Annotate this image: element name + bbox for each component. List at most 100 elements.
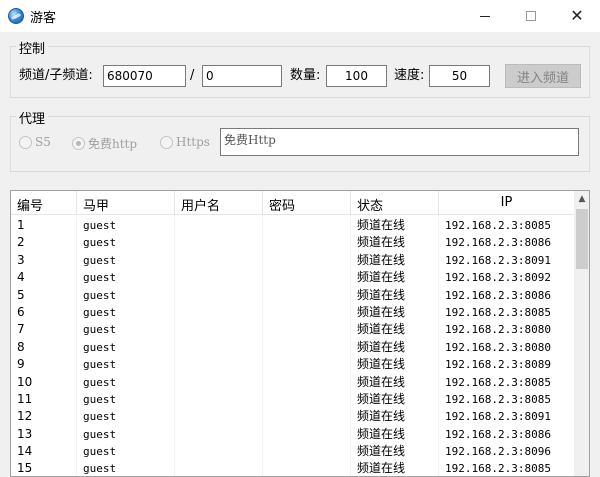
radio-free-http-circle[interactable]	[72, 137, 85, 150]
cell-status: 频道在线	[351, 356, 439, 374]
table-row[interactable]: 2 guest 频道在线 192.168.2.3:8086	[11, 234, 574, 252]
scroll-up-icon[interactable]: ▲	[574, 191, 589, 207]
cell-vest: guest	[77, 373, 175, 391]
cell-ip: 192.168.2.3:8092	[445, 271, 551, 285]
speed-label: 速度:	[394, 68, 425, 83]
cell-vest: guest	[77, 443, 175, 461]
header-status[interactable]: 状态	[351, 191, 439, 215]
table-row[interactable]: 6 guest 频道在线 192.168.2.3:8085	[11, 303, 574, 322]
cell-vest: guest	[77, 251, 175, 270]
cell-ip: 192.168.2.3:8080	[445, 340, 551, 354]
proxy-text-box[interactable]: 免费Http	[220, 128, 579, 156]
minimize-icon	[480, 15, 490, 17]
cell-ip: 192.168.2.3:8085	[445, 219, 551, 232]
table-row[interactable]: 13 guest 频道在线 192.168.2.3:8086	[11, 425, 574, 444]
enter-channel-button[interactable]: 进入频道	[505, 64, 581, 88]
speed-input[interactable]	[429, 65, 490, 87]
header-ip[interactable]: IP	[439, 191, 574, 215]
cell-vest: guest	[77, 408, 175, 426]
cell-ip: 192.168.2.3:8091	[445, 410, 551, 424]
results-table: 编号 马甲 用户名 密码 状态 IP 1 guest 频道在线 192.168.2.3…	[10, 190, 590, 477]
cell-username	[175, 356, 263, 374]
cell-status: 频道在线	[351, 217, 439, 235]
cell-username	[175, 251, 263, 270]
subchannel-input[interactable]	[202, 65, 282, 87]
table-row[interactable]: 8 guest 频道在线 192.168.2.3:8080	[11, 338, 574, 357]
channel-label: 频道/子频道:	[19, 68, 93, 83]
cell-vest: guest	[77, 390, 175, 409]
table-row[interactable]: 11 guest 频道在线 192.168.2.3:8085	[11, 390, 574, 409]
scroll-thumb[interactable]	[576, 209, 588, 269]
radio-https[interactable]: Https	[160, 135, 210, 149]
cell-password	[263, 460, 351, 476]
cell-vest: guest	[77, 303, 175, 322]
radio-s5[interactable]: S5	[19, 135, 51, 149]
cell-status: 频道在线	[351, 338, 439, 357]
radio-s5-circle[interactable]	[19, 135, 32, 149]
channel-input[interactable]	[103, 65, 186, 87]
cell-username	[175, 390, 263, 409]
close-button[interactable]: ✕	[554, 0, 600, 32]
header-password[interactable]: 密码	[263, 191, 351, 215]
table-row[interactable]: 3 guest 频道在线 192.168.2.3:8091	[11, 251, 574, 270]
header-username[interactable]: 用户名	[175, 191, 263, 215]
radio-free-http[interactable]: 免费http	[72, 135, 137, 152]
cell-ip: 192.168.2.3:8085	[445, 392, 551, 406]
table-row[interactable]: 4 guest 频道在线 192.168.2.3:8092	[11, 269, 574, 287]
cell-password	[263, 443, 351, 461]
cell-number: 13	[11, 425, 77, 444]
channel-separator: /	[190, 68, 195, 83]
cell-number: 8	[11, 338, 77, 357]
header-vest[interactable]: 马甲	[77, 191, 175, 215]
cell-vest: guest	[77, 460, 175, 476]
table-body: 1 guest 频道在线 192.168.2.3:8085 2 guest 频道在线 192.…	[11, 217, 574, 476]
radio-s5-label: S5	[35, 135, 51, 149]
table-row[interactable]: 12 guest 频道在线 192.168.2.3:8091	[11, 408, 574, 426]
maximize-button[interactable]	[508, 0, 554, 32]
cell-status: 频道在线	[351, 408, 439, 426]
cell-password	[263, 269, 351, 287]
cell-ip: 192.168.2.3:8085	[445, 462, 551, 476]
radio-https-circle[interactable]	[160, 135, 173, 149]
cell-username	[175, 217, 263, 235]
cell-password	[263, 234, 351, 252]
cell-vest: guest	[77, 217, 175, 235]
minimize-button[interactable]	[462, 0, 508, 32]
cell-number: 11	[11, 390, 77, 409]
cell-number: 12	[11, 408, 77, 426]
cell-vest: guest	[77, 356, 175, 374]
table-row[interactable]: 7 guest 频道在线 192.168.2.3:8080	[11, 321, 574, 339]
cell-ip: 192.168.2.3:8086	[445, 236, 551, 250]
cell-status: 频道在线	[351, 460, 439, 476]
vertical-scrollbar[interactable]: ▲	[574, 191, 589, 476]
cell-number: 9	[11, 356, 77, 374]
cell-password	[263, 373, 351, 391]
table-row[interactable]: 9 guest 频道在线 192.168.2.3:8089	[11, 356, 574, 374]
cell-ip: 192.168.2.3:8091	[445, 253, 551, 267]
cell-vest: guest	[77, 321, 175, 339]
table-row[interactable]: 5 guest 频道在线 192.168.2.3:8086	[11, 286, 574, 304]
cell-number: 10	[11, 373, 77, 391]
cell-password	[263, 217, 351, 235]
table-row[interactable]: 15 guest 频道在线 192.168.2.3:8085	[11, 460, 574, 476]
cell-number: 15	[11, 460, 77, 476]
table-row[interactable]: 14 guest 频道在线 192.168.2.3:8096	[11, 443, 574, 461]
table-row[interactable]: 10 guest 频道在线 192.168.2.3:8085	[11, 373, 574, 391]
close-icon: ✕	[570, 6, 584, 25]
header-number[interactable]: 编号	[11, 191, 77, 215]
cell-status: 频道在线	[351, 251, 439, 270]
count-input[interactable]	[326, 65, 387, 87]
cell-ip: 192.168.2.3:8086	[445, 288, 551, 302]
table-row[interactable]: 1 guest 频道在线 192.168.2.3:8085	[11, 217, 574, 235]
count-label: 数量:	[290, 68, 321, 83]
cell-status: 频道在线	[351, 269, 439, 287]
cell-password	[263, 425, 351, 444]
cell-ip: 192.168.2.3:8086	[445, 427, 551, 441]
cell-status: 频道在线	[351, 390, 439, 409]
cell-username	[175, 460, 263, 476]
radio-free-http-label: 免费http	[88, 137, 138, 151]
cell-username	[175, 425, 263, 444]
cell-status: 频道在线	[351, 443, 439, 461]
window-title: 游客	[30, 11, 57, 26]
cell-password	[263, 303, 351, 322]
